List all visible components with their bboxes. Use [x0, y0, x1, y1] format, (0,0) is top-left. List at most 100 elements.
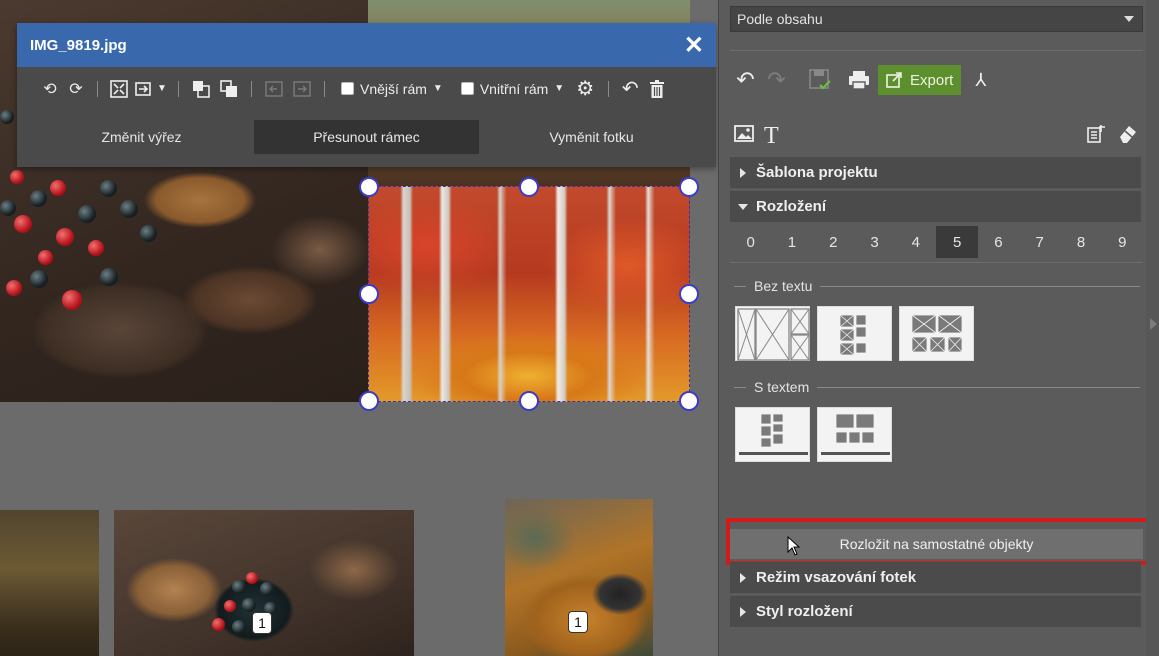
rotate-left-icon[interactable]: ⟲ — [37, 76, 63, 102]
image-icon[interactable] — [734, 124, 754, 148]
resize-handle-bottom-left[interactable] — [359, 391, 379, 411]
photo-count-option[interactable]: 8 — [1060, 226, 1101, 258]
resize-handle-right[interactable] — [679, 284, 699, 304]
photo-count-option[interactable]: 4 — [895, 226, 936, 258]
chevron-right-icon — [730, 572, 756, 583]
berry — [0, 200, 16, 216]
close-icon[interactable]: ✕ — [684, 31, 704, 60]
send-backward-icon[interactable] — [215, 76, 243, 102]
berry — [120, 200, 138, 218]
section-photo-insertion-mode[interactable]: Režim vsazování fotek — [730, 562, 1141, 593]
photo-count-option[interactable]: 6 — [978, 226, 1019, 258]
berry — [232, 580, 246, 594]
berry — [30, 190, 47, 207]
layout-template-option[interactable] — [817, 306, 892, 361]
mouse-cursor-icon — [787, 536, 801, 556]
photo-count-option[interactable]: 0 — [730, 226, 771, 258]
align-left-icon[interactable] — [260, 76, 288, 102]
chevron-down-icon[interactable]: ▼ — [433, 83, 443, 94]
panel-collapse-strip[interactable] — [1146, 0, 1159, 656]
layout-template-option[interactable] — [899, 306, 974, 361]
inner-frame-label: Vnitřní rám — [479, 80, 549, 97]
photo-count-option[interactable]: 2 — [813, 226, 854, 258]
tab-move-frame[interactable]: Přesunout rámec — [254, 120, 479, 154]
chevron-down-icon — [730, 203, 756, 210]
section-project-template[interactable]: Šablona projektu — [730, 157, 1141, 188]
layout-template-option[interactable] — [735, 306, 810, 361]
berry — [38, 250, 53, 265]
berry — [14, 215, 32, 233]
photo-count-badge: 1 — [568, 611, 588, 633]
undo-icon[interactable]: ↶ — [617, 76, 643, 102]
layout-template-option[interactable] — [817, 407, 892, 462]
page-thumbnail[interactable] — [0, 510, 99, 656]
outer-frame-checkbox[interactable] — [341, 82, 354, 95]
outer-frame-toggle[interactable]: Vnější rám ▼ — [341, 81, 443, 97]
photo-count-option-selected[interactable]: 5 — [936, 226, 978, 258]
fit-frame-icon[interactable] — [106, 76, 132, 102]
toolbar-divider — [97, 80, 98, 97]
export-button[interactable]: Export — [878, 65, 962, 95]
berry — [140, 225, 157, 242]
dialog-toolbar: ⟲ ⟳ ▼ Vnější rám ▼ Vnitřní rám ▼ ⚙ ↶ — [17, 67, 716, 110]
chevron-right-icon — [730, 167, 756, 178]
inner-frame-checkbox[interactable] — [460, 82, 474, 95]
save-icon[interactable] — [804, 65, 835, 95]
inner-frame-toggle[interactable]: Vnitřní rám ▼ — [460, 80, 564, 97]
section-title: Šablona projektu — [756, 164, 878, 181]
dialog-tabs: Změnit výřez Přesunout rámec Vyměnit fot… — [17, 120, 716, 154]
align-right-icon[interactable] — [288, 76, 316, 102]
toolbar-divider — [324, 80, 325, 97]
redo-icon[interactable]: ↷ — [761, 65, 792, 95]
align-dropdown-icon[interactable]: ▼ — [132, 76, 170, 102]
berry — [242, 598, 256, 612]
berry — [224, 600, 236, 612]
berry — [6, 280, 22, 296]
photo-count-option[interactable]: 1 — [771, 226, 812, 258]
berry — [212, 618, 225, 631]
photo-count-option[interactable]: 9 — [1102, 226, 1143, 258]
print-icon[interactable] — [843, 65, 874, 95]
outer-frame-label: Vnější rám — [360, 80, 427, 97]
berry — [100, 268, 118, 286]
undo-icon[interactable]: ↶ — [730, 65, 761, 95]
page-thumbnail[interactable]: 1 — [114, 510, 414, 656]
berry — [100, 180, 117, 197]
photo-count-option[interactable]: 3 — [854, 226, 895, 258]
toolbar-divider — [251, 80, 252, 97]
berry — [10, 170, 24, 184]
panel-tools: T — [734, 121, 1139, 151]
toolbar-divider — [608, 80, 610, 97]
chevron-down-icon — [1124, 16, 1134, 22]
bring-forward-icon[interactable] — [187, 76, 215, 102]
berry — [246, 572, 258, 584]
selection-frame[interactable] — [359, 177, 699, 411]
gear-icon[interactable]: ⚙ — [570, 76, 600, 102]
toolbar-divider — [178, 80, 179, 97]
eraser-icon[interactable] — [1117, 123, 1139, 149]
page-thumbnail[interactable]: 1 — [505, 499, 653, 656]
section-layout[interactable]: Rozložení — [730, 191, 1141, 222]
resize-handle-top-right[interactable] — [679, 177, 699, 197]
pdf-icon[interactable]: ⅄ — [965, 65, 996, 95]
chevron-right-icon[interactable] — [1150, 318, 1157, 330]
layers-icon[interactable] — [1087, 123, 1107, 149]
tab-change-crop[interactable]: Změnit výřez — [29, 120, 254, 154]
resize-handle-bottom[interactable] — [519, 391, 539, 411]
section-layout-style[interactable]: Styl rozložení — [730, 596, 1141, 627]
text-icon[interactable]: T — [764, 123, 779, 150]
chevron-down-icon[interactable]: ▼ — [554, 83, 564, 94]
dialog-titlebar[interactable]: IMG_9819.jpg ✕ — [17, 23, 716, 67]
photo-count-option[interactable]: 7 — [1019, 226, 1060, 258]
layout-template-option[interactable] — [735, 407, 810, 462]
tab-replace-photo[interactable]: Vyměnit fotku — [479, 120, 704, 154]
group-with-text: S textem — [734, 379, 1140, 395]
layout-mode-select[interactable]: Podle obsahu — [730, 6, 1143, 32]
resize-handle-top-left[interactable] — [359, 177, 379, 197]
resize-handle-top[interactable] — [519, 177, 539, 197]
resize-handle-bottom-right[interactable] — [679, 391, 699, 411]
resize-handle-left[interactable] — [359, 284, 379, 304]
rotate-right-icon[interactable]: ⟳ — [63, 76, 89, 102]
berry — [50, 180, 66, 196]
trash-icon[interactable] — [643, 76, 671, 102]
